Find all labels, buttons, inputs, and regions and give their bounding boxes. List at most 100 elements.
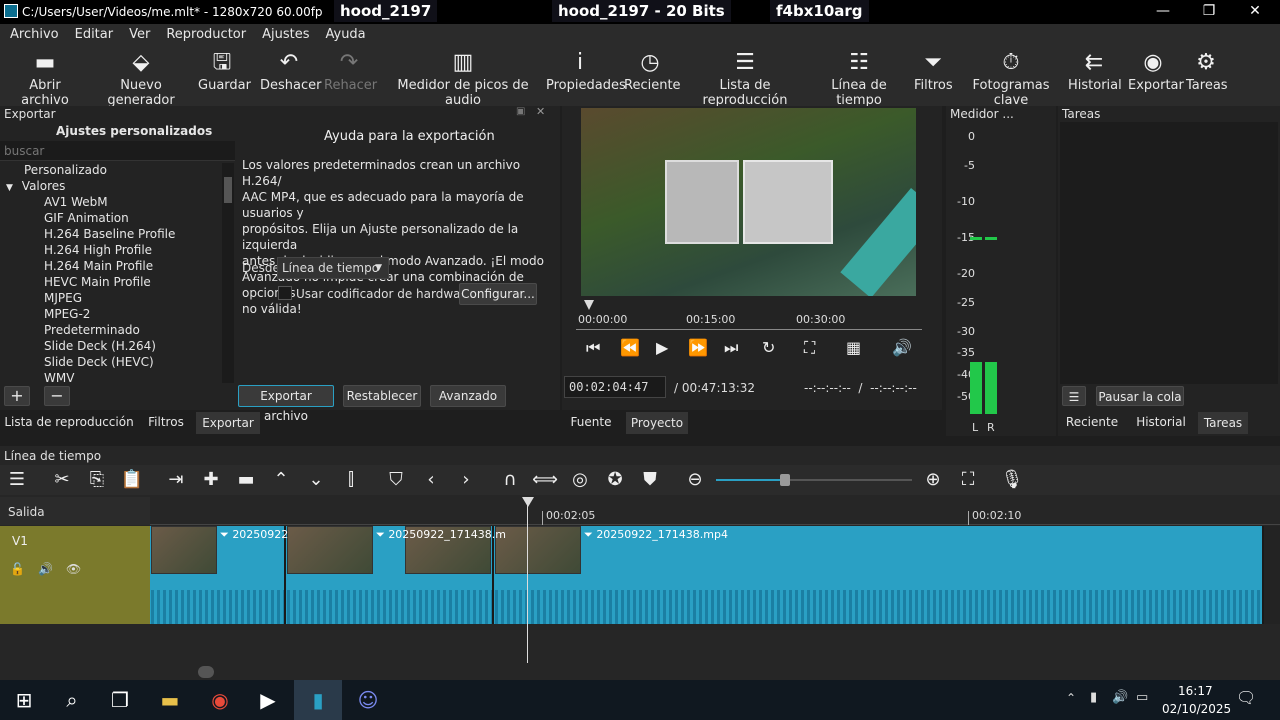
marker-icon[interactable]: ⛉	[381, 467, 411, 493]
preset-item[interactable]: Predeterminado	[44, 323, 140, 339]
menu-ajustes[interactable]: Ajustes	[252, 27, 315, 42]
fast-forward-icon[interactable]: ⏩	[688, 338, 708, 357]
ripple-all-icon[interactable]: ✪	[600, 467, 630, 493]
grid-icon[interactable]: ▦	[846, 338, 861, 357]
tree-item-personalizado[interactable]: Personalizado	[24, 163, 107, 179]
add-preset-button[interactable]: +	[4, 386, 30, 406]
playhead-marker[interactable]	[584, 300, 594, 310]
from-select[interactable]: Línea de tiempo ▼	[277, 257, 389, 279]
timecode-spinbox[interactable]: 00:02:04:47	[564, 376, 666, 398]
open-file-button[interactable]: ▬ Abrir archivo	[8, 48, 82, 108]
preset-item[interactable]: GIF Animation	[44, 211, 129, 227]
properties-button[interactable]: i Propiedades	[546, 48, 626, 102]
playlist-button[interactable]: ☰ Lista de reproducción	[686, 48, 804, 108]
zoom-out-icon[interactable]: ⊖	[680, 467, 710, 493]
tab-recent[interactable]: Reciente	[1064, 411, 1120, 433]
menu-reproductor[interactable]: Reproductor	[156, 27, 252, 42]
windows-start-icon[interactable]: ⊞	[0, 680, 48, 720]
paste-icon[interactable]: 📋	[117, 467, 147, 493]
menu-ayuda[interactable]: Ayuda	[315, 27, 371, 42]
history-button[interactable]: ⇇ Historial	[1068, 48, 1122, 102]
preset-item[interactable]: MPEG-2	[44, 307, 90, 323]
tray-volume-icon[interactable]: 🔊	[1112, 690, 1128, 705]
ripple-icon[interactable]: ◎	[565, 467, 595, 493]
export-file-button[interactable]: Exportar archivo	[238, 385, 334, 423]
zoom-slider-handle[interactable]	[779, 474, 790, 486]
snap-icon[interactable]: ∩	[495, 467, 525, 493]
preset-item[interactable]: MJPEG	[44, 291, 82, 307]
skip-next-icon[interactable]: ⏭	[724, 338, 738, 358]
zoom-slider[interactable]	[716, 474, 912, 486]
preset-item[interactable]: H.264 Main Profile	[44, 259, 153, 275]
track-header-v1[interactable]: V1 🔓 🔊 👁	[0, 526, 150, 624]
menu-editar[interactable]: Editar	[65, 27, 120, 42]
tab-playlist[interactable]: Lista de reproducción	[4, 411, 134, 433]
new-generator-button[interactable]: ⬙ Nuevo generador	[92, 48, 190, 108]
preset-list-scrollbar[interactable]	[222, 163, 234, 383]
scroll-thumb[interactable]	[224, 177, 232, 203]
menu-ver[interactable]: Ver	[119, 27, 156, 42]
panel-float-icon[interactable]: ▣	[516, 106, 525, 117]
preset-item[interactable]: H.264 Baseline Profile	[44, 227, 175, 243]
next-marker-icon[interactable]: ›	[451, 467, 481, 493]
save-button[interactable]: 🖫 Guardar	[198, 48, 251, 102]
mute-icon[interactable]: 🔊	[38, 562, 53, 576]
hw-encoder-checkbox[interactable]	[278, 286, 292, 300]
play-icon[interactable]: ▶	[656, 338, 668, 357]
player-ruler[interactable]: 00:00:00 00:15:00 00:30:00	[576, 300, 922, 330]
remove-icon[interactable]: ▬	[231, 467, 261, 493]
file-explorer-icon[interactable]: ▬	[146, 680, 194, 720]
overlay-tab-2[interactable]: hood_2197 - 20 Bits	[552, 0, 731, 22]
record-audio-icon[interactable]: 🎙	[997, 467, 1027, 493]
add-icon[interactable]: ✚	[196, 467, 226, 493]
tray-mic-icon[interactable]: ▮	[1090, 690, 1097, 705]
undo-button[interactable]: ↶ Deshacer	[260, 48, 321, 102]
preset-item[interactable]: AV1 WebM	[44, 195, 108, 211]
loop-icon[interactable]: ↻	[762, 338, 775, 357]
timeline-hscrollbar[interactable]	[150, 666, 1280, 678]
cut-icon[interactable]: ✂	[47, 467, 77, 493]
audio-peak-meter-button[interactable]: ▥ Medidor de picos de audio	[390, 48, 536, 108]
tree-item-valores[interactable]: ▼ Valores	[6, 179, 65, 195]
jobs-menu-button[interactable]: ☰	[1062, 386, 1086, 406]
tab-export[interactable]: Exportar	[196, 412, 260, 434]
task-view-icon[interactable]: ❐	[96, 680, 144, 720]
keyframes-button[interactable]: ⏱ Fotogramas clave	[962, 48, 1060, 108]
tray-network-icon[interactable]: ▭	[1136, 690, 1148, 705]
preset-item[interactable]: Slide Deck (H.264)	[44, 339, 156, 355]
preset-search-input[interactable]	[0, 141, 235, 161]
tab-project[interactable]: Proyecto	[626, 412, 688, 434]
overlay-tab-1[interactable]: hood_2197	[334, 0, 438, 22]
timeline-ruler[interactable]: 00:02:05 00:02:10	[150, 497, 1280, 525]
rewind-icon[interactable]: ⏪	[620, 338, 640, 357]
append-icon[interactable]: ⇥	[161, 467, 191, 493]
lift-icon[interactable]: ⌃	[266, 467, 296, 493]
redo-button[interactable]: ↷ Rehacer	[324, 48, 377, 102]
media-player-icon[interactable]: ▶	[244, 680, 292, 720]
tab-source[interactable]: Fuente	[566, 411, 616, 433]
close-button[interactable]: ✕	[1232, 0, 1278, 24]
skip-previous-icon[interactable]: ⏮	[586, 338, 600, 358]
maximize-button[interactable]: ❐	[1186, 0, 1232, 24]
zoom-in-icon[interactable]: ⊕	[918, 467, 948, 493]
tab-history[interactable]: Historial	[1132, 411, 1190, 433]
remove-preset-button[interactable]: −	[44, 386, 70, 406]
preset-item[interactable]: Slide Deck (HEVC)	[44, 355, 154, 371]
overwrite-icon[interactable]: ⌄	[301, 467, 331, 493]
search-icon[interactable]: ⌕	[48, 680, 96, 720]
scrub-icon[interactable]: ⟺	[530, 467, 560, 493]
chrome-icon[interactable]: ◉	[196, 680, 244, 720]
hide-icon[interactable]: 👁	[66, 562, 81, 576]
clock-time[interactable]: 16:17	[1178, 684, 1213, 698]
timeline-playhead[interactable]	[527, 497, 528, 663]
zoom-icon[interactable]: ⛶	[804, 338, 815, 358]
timeline-menu-icon[interactable]: ☰	[2, 467, 32, 493]
clock-date[interactable]: 02/10/2025	[1162, 702, 1231, 716]
reset-button[interactable]: Restablecer	[343, 385, 421, 407]
jobs-button[interactable]: ⚙ Tareas	[1186, 48, 1228, 102]
menu-archivo[interactable]: Archivo	[0, 27, 65, 42]
filters-button[interactable]: ⏷ Filtros	[914, 48, 953, 102]
export-button[interactable]: ◉ Exportar	[1128, 48, 1184, 102]
lock-icon[interactable]: 🔓	[10, 562, 25, 576]
tab-jobs[interactable]: Tareas	[1198, 412, 1248, 434]
